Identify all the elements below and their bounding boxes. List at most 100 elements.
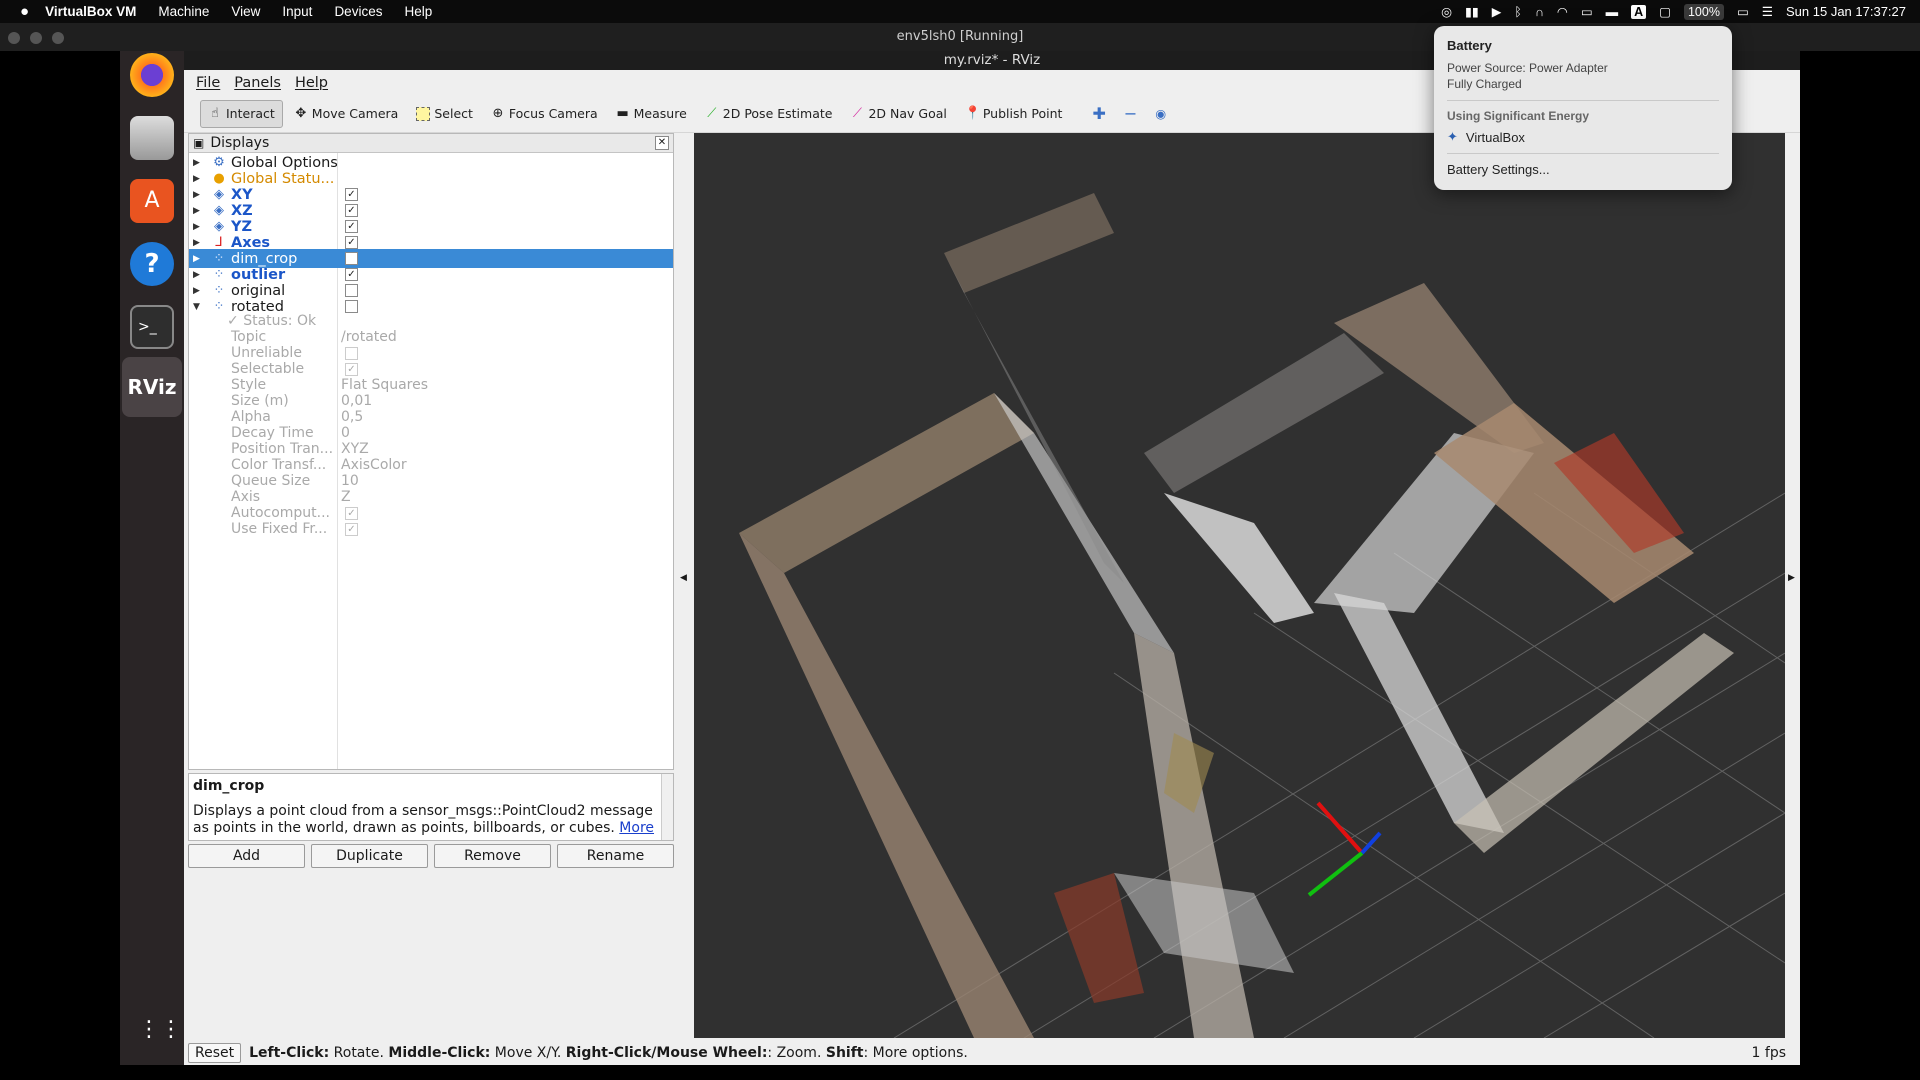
minimize-button[interactable] bbox=[30, 32, 42, 44]
rename-button[interactable]: Rename bbox=[557, 844, 674, 868]
point-cloud-render bbox=[739, 193, 1785, 1038]
bluetooth-icon[interactable]: ᛒ bbox=[1514, 5, 1522, 19]
input-source-badge[interactable]: A bbox=[1631, 4, 1647, 19]
menu-help[interactable]: Help bbox=[404, 4, 432, 19]
menu-input[interactable]: Input bbox=[282, 4, 312, 19]
expand-arrow-icon[interactable]: ▶ bbox=[193, 206, 203, 216]
outlier-checkbox[interactable]: ✓ bbox=[345, 268, 358, 281]
expand-arrow-icon[interactable]: ▶ bbox=[193, 190, 203, 200]
battery-percent[interactable]: 100% bbox=[1683, 3, 1724, 20]
vbox-title: env5lsh0 [Running] bbox=[896, 29, 1024, 44]
apple-icon[interactable]: ● bbox=[20, 3, 29, 20]
prop-autocompute-checkbox[interactable]: ✓ bbox=[345, 507, 358, 520]
expand-arrow-icon[interactable]: ▶ bbox=[193, 254, 203, 264]
clock[interactable]: Sun 15 Jan 17:37:27 bbox=[1786, 4, 1906, 19]
interact-tool[interactable]: ☝ Interact bbox=[200, 99, 283, 128]
rviz-icon[interactable]: RViz bbox=[122, 357, 182, 417]
displays-header: ▣ Displays ✕ bbox=[189, 134, 673, 153]
menu-panels[interactable]: Panels bbox=[234, 75, 281, 91]
collapse-arrow-icon[interactable]: ▼ bbox=[193, 302, 203, 312]
energy-app-item[interactable]: ✦ VirtualBox bbox=[1447, 129, 1719, 145]
window-icon[interactable]: ▢ bbox=[1659, 4, 1671, 19]
reset-button[interactable]: Reset bbox=[188, 1043, 242, 1063]
add-tool-button[interactable]: ✚ bbox=[1085, 100, 1112, 128]
files-icon[interactable] bbox=[130, 116, 174, 160]
headphones-icon[interactable]: ∩ bbox=[1535, 5, 1544, 19]
measure-tool[interactable]: ▬ Measure bbox=[609, 100, 694, 128]
focus-camera-tool[interactable]: ⊕ Focus Camera bbox=[484, 100, 605, 128]
keyboard-icon[interactable]: ▭ bbox=[1581, 4, 1593, 19]
grid-icon: ◈ bbox=[214, 187, 224, 202]
pin-icon: 📍 bbox=[964, 105, 982, 121]
3d-viewport[interactable] bbox=[694, 133, 1785, 1038]
power-source: Power Source: Power Adapter bbox=[1447, 61, 1608, 75]
remove-tool-button[interactable]: − bbox=[1117, 100, 1144, 128]
focus-icon: ⊕ bbox=[492, 105, 504, 121]
camera-type-button[interactable]: ◉ bbox=[1148, 100, 1173, 128]
description-scrollbar[interactable] bbox=[661, 774, 673, 840]
prop-axis-value[interactable]: Z bbox=[341, 489, 351, 508]
menu-help-rviz[interactable]: Help bbox=[295, 75, 328, 91]
xy-checkbox[interactable]: ✓ bbox=[345, 188, 358, 201]
menu-machine[interactable]: Machine bbox=[158, 4, 209, 19]
control-center-icon[interactable]: ☰ bbox=[1762, 4, 1773, 19]
expand-arrow-icon[interactable]: ▶ bbox=[193, 174, 203, 184]
expand-arrow-icon[interactable]: ▶ bbox=[193, 270, 203, 280]
green-arrow-icon: ⟋ bbox=[707, 105, 717, 121]
app-menu[interactable]: VirtualBox VM bbox=[45, 4, 136, 19]
rotated-checkbox[interactable] bbox=[345, 300, 358, 313]
charge-state: Fully Charged bbox=[1447, 77, 1522, 91]
status-icon[interactable]: ◎ bbox=[1441, 4, 1452, 19]
prop-topic-value[interactable]: /rotated bbox=[341, 329, 397, 348]
expand-arrow-icon[interactable]: ▶ bbox=[193, 222, 203, 232]
remove-button[interactable]: Remove bbox=[434, 844, 551, 868]
pose-estimate-tool[interactable]: ⟋ 2D Pose Estimate bbox=[698, 100, 840, 128]
left-splitter[interactable]: ◀ bbox=[674, 133, 694, 1038]
more-link[interactable]: More bbox=[619, 820, 654, 836]
xz-checkbox[interactable]: ✓ bbox=[345, 204, 358, 217]
displays-panel: ▣ Displays ✕ ▶ ⚙ Global Options ▶ ● Global S… bbox=[188, 133, 674, 770]
help-icon[interactable]: ? bbox=[130, 242, 174, 286]
menu-devices[interactable]: Devices bbox=[334, 4, 382, 19]
pointcloud-icon: ⁘ bbox=[213, 299, 225, 314]
original-checkbox[interactable] bbox=[345, 284, 358, 297]
show-apps-icon[interactable]: ⋮⋮ bbox=[138, 1015, 182, 1045]
software-icon[interactable]: A bbox=[130, 179, 174, 223]
close-button[interactable] bbox=[8, 32, 20, 44]
prop-use-fixed-frame-checkbox[interactable]: ✓ bbox=[345, 523, 358, 536]
battery-popup: Battery Power Source: Power Adapter Full… bbox=[1434, 26, 1732, 190]
pink-arrow-icon: ⟋ bbox=[852, 105, 862, 121]
add-button[interactable]: Add bbox=[188, 844, 305, 868]
menu-view[interactable]: View bbox=[231, 4, 260, 19]
terminal-icon[interactable]: >_ bbox=[130, 305, 174, 349]
nav-goal-tool[interactable]: ⟋ 2D Nav Goal bbox=[843, 100, 953, 128]
zoom-button[interactable] bbox=[52, 32, 64, 44]
yz-checkbox[interactable]: ✓ bbox=[345, 220, 358, 233]
prop-selectable-checkbox[interactable]: ✓ bbox=[345, 363, 358, 376]
dim-crop-checkbox[interactable] bbox=[345, 252, 358, 265]
virtualbox-icon: ✦ bbox=[1447, 129, 1458, 144]
displays-title: Displays bbox=[210, 135, 270, 151]
expand-arrow-icon[interactable]: ▶ bbox=[193, 238, 203, 248]
wifi-icon[interactable]: ◠ bbox=[1557, 4, 1568, 19]
close-panel-button[interactable]: ✕ bbox=[655, 136, 669, 150]
right-splitter[interactable]: ▶ bbox=[1785, 133, 1800, 1038]
expand-arrow-icon[interactable]: ▶ bbox=[193, 286, 203, 296]
play-icon[interactable]: ▶ bbox=[1492, 4, 1502, 19]
notification-icon[interactable]: ▬ bbox=[1606, 5, 1619, 19]
description-panel: dim_crop Displays a point cloud from a s… bbox=[188, 773, 674, 841]
firefox-icon[interactable] bbox=[130, 53, 174, 97]
prop-unreliable-checkbox[interactable] bbox=[345, 347, 358, 360]
ubuntu-dock: A ? >_ RViz ⋮⋮ bbox=[120, 51, 184, 1065]
expand-arrow-icon[interactable]: ▶ bbox=[193, 158, 203, 168]
battery-settings-link[interactable]: Battery Settings... bbox=[1447, 162, 1719, 177]
prop-use-fixed-frame-name: Use Fixed Fr... bbox=[231, 521, 328, 537]
publish-point-tool[interactable]: 📍 Publish Point bbox=[958, 100, 1070, 128]
duplicate-button[interactable]: Duplicate bbox=[311, 844, 428, 868]
menu-file[interactable]: File bbox=[196, 75, 220, 91]
audio-icon[interactable]: ▮▮ bbox=[1465, 4, 1479, 19]
select-tool[interactable]: Select bbox=[409, 100, 480, 128]
axes-checkbox[interactable]: ✓ bbox=[345, 236, 358, 249]
battery-icon[interactable]: ▭ bbox=[1737, 4, 1749, 19]
move-camera-tool[interactable]: ✥ Move Camera bbox=[287, 100, 406, 128]
